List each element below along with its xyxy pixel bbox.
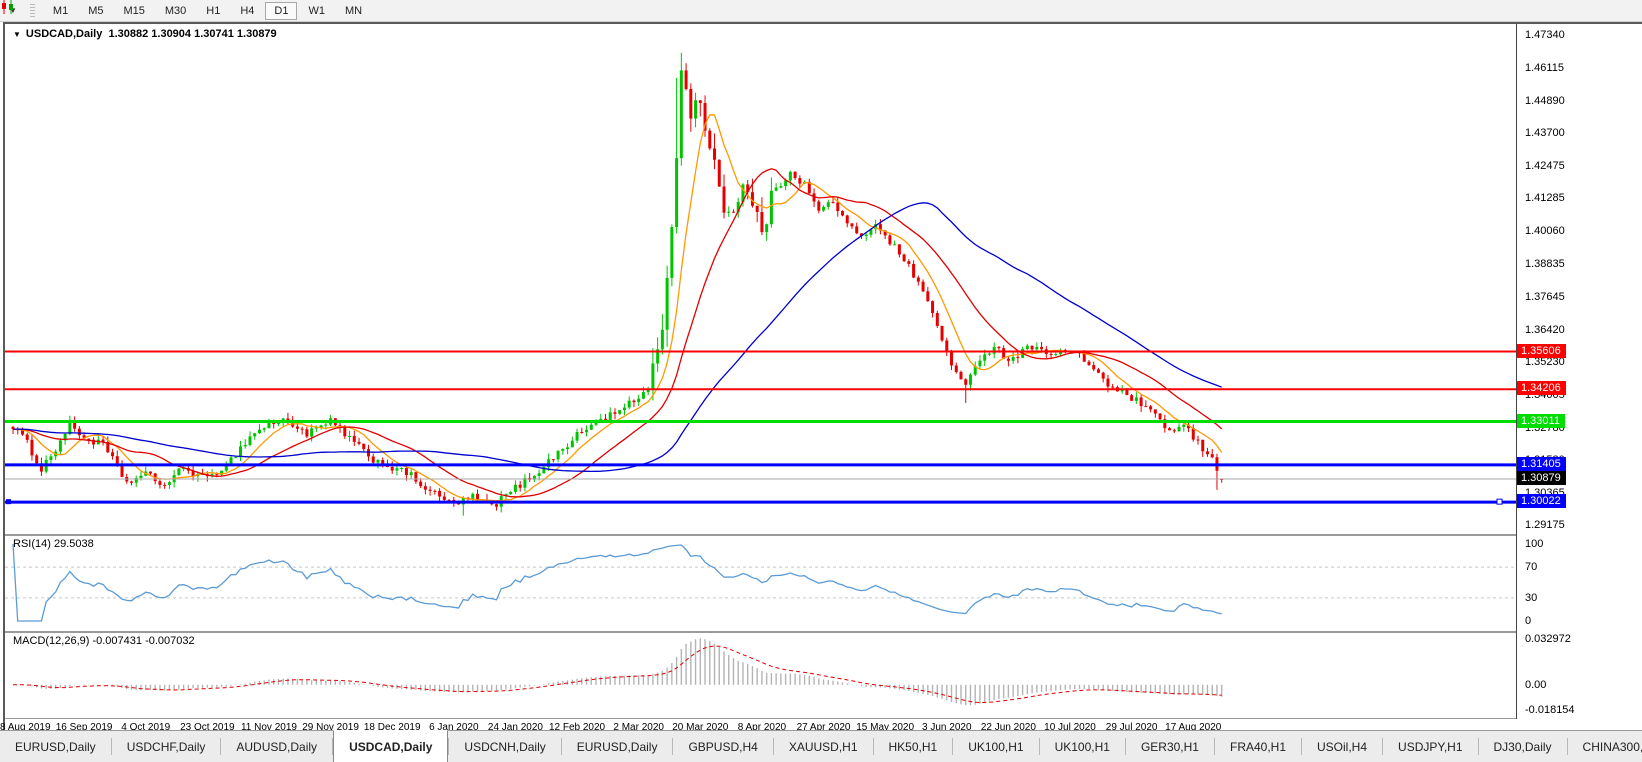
price-tick: 1.44890 bbox=[1525, 95, 1565, 108]
price-line-label: 1.31405 bbox=[1517, 456, 1566, 471]
timeframe-mn[interactable]: MN bbox=[336, 2, 371, 20]
tab-uk100-h1[interactable]: UK100,H1 bbox=[953, 731, 1038, 762]
macd-axis-tick: 0.00 bbox=[1525, 678, 1547, 691]
tab-usdcnh-daily[interactable]: USDCNH,Daily bbox=[449, 731, 560, 762]
price-axis[interactable]: 1.47340 1.46115 1.44890 1.43700 1.42475 1.412… bbox=[1516, 24, 1642, 719]
price-tick: 1.36420 bbox=[1525, 323, 1565, 336]
top-toolbar: ▼ M1 M5 M15 M30 H1 H4 D1 W1 MN bbox=[0, 0, 1642, 22]
price-tick: 1.29175 bbox=[1525, 519, 1565, 531]
price-tick: 1.37645 bbox=[1525, 290, 1565, 303]
chart-tabs: EURUSD,Daily USDCHF,Daily AUDUSD,Daily USDC… bbox=[0, 730, 1642, 762]
price-line-label: 1.35606 bbox=[1517, 343, 1566, 358]
price-tick: 1.43700 bbox=[1525, 127, 1565, 140]
toolbar-drag-handle[interactable] bbox=[29, 3, 35, 18]
macd-chart[interactable] bbox=[5, 633, 1516, 718]
tab-eurusd-daily[interactable]: EURUSD,Daily bbox=[562, 731, 673, 762]
chart-window: ▼ USDCAD,Daily 1.30882 1.30904 1.30741 1.… bbox=[0, 22, 1642, 737]
current-price-label: 1.30879 bbox=[1517, 471, 1566, 486]
price-line-label: 1.33011 bbox=[1517, 413, 1565, 428]
price-panel[interactable]: ▼ USDCAD,Daily 1.30882 1.30904 1.30741 1.… bbox=[5, 24, 1642, 536]
price-tick: 1.47340 bbox=[1525, 29, 1565, 41]
timeframe-h4[interactable]: H4 bbox=[231, 2, 263, 20]
rsi-chart[interactable] bbox=[5, 536, 1516, 631]
rsi-label: RSI(14) 29.5038 bbox=[13, 538, 94, 550]
tab-china300-h1[interactable]: CHINA300,H1 bbox=[1568, 731, 1642, 762]
timeframe-h1[interactable]: H1 bbox=[197, 2, 229, 20]
tab-hk50-h1[interactable]: HK50,H1 bbox=[874, 731, 953, 762]
timeframe-d1[interactable]: D1 bbox=[265, 1, 298, 20]
tab-usdchf-daily[interactable]: USDCHF,Daily bbox=[112, 731, 221, 762]
price-line-label: 1.30022 bbox=[1517, 494, 1566, 509]
rsi-axis-tick: 70 bbox=[1525, 561, 1538, 574]
macd-panel[interactable]: MACD(12,26,9) -0.007431 -0.007032 bbox=[5, 633, 1642, 719]
price-tick: 1.42475 bbox=[1525, 160, 1565, 173]
chevron-down-icon: ▼ bbox=[13, 30, 21, 39]
tab-usoil-h4[interactable]: USOil,H4 bbox=[1302, 731, 1382, 762]
tab-fra40-h1[interactable]: FRA40,H1 bbox=[1215, 731, 1301, 762]
tab-dj30-daily[interactable]: DJ30,Daily bbox=[1479, 731, 1567, 762]
tab-xauusd-h1[interactable]: XAUUSD,H1 bbox=[774, 731, 873, 762]
chart-title: ▼ USDCAD,Daily 1.30882 1.30904 1.30741 1.… bbox=[13, 28, 277, 40]
macd-label: MACD(12,26,9) -0.007431 -0.007032 bbox=[13, 635, 195, 647]
chart-candles-tool-icon[interactable]: ▼ bbox=[2, 0, 20, 16]
tab-gbpusd-h4[interactable]: GBPUSD,H4 bbox=[673, 731, 772, 762]
timeframe-m15[interactable]: M15 bbox=[114, 2, 153, 20]
timeframe-m5[interactable]: M5 bbox=[79, 2, 112, 20]
macd-axis-tick: -0.018154 bbox=[1525, 704, 1575, 716]
chart-tab-bar: EURUSD,Daily USDCHF,Daily AUDUSD,Daily USDC… bbox=[0, 730, 1642, 762]
tab-uk100-h1[interactable]: UK100,H1 bbox=[1040, 731, 1125, 762]
tab-eurusd-daily[interactable]: EURUSD,Daily bbox=[0, 731, 111, 762]
price-tick: 1.41285 bbox=[1525, 192, 1565, 205]
timeframe-buttons: M1 M5 M15 M30 H1 H4 D1 W1 MN bbox=[43, 1, 372, 20]
price-tick: 1.46115 bbox=[1525, 62, 1564, 75]
rsi-axis-tick: 30 bbox=[1525, 591, 1538, 604]
tab-audusd-daily[interactable]: AUDUSD,Daily bbox=[221, 731, 332, 762]
timeframe-m1[interactable]: M1 bbox=[44, 2, 77, 20]
price-tick: 1.40060 bbox=[1525, 225, 1565, 238]
chart-ohlc-label: 1.30882 1.30904 1.30741 1.30879 bbox=[108, 28, 277, 40]
timeframe-m30[interactable]: M30 bbox=[156, 2, 195, 20]
macd-axis-tick: 0.032972 bbox=[1525, 633, 1571, 645]
chart-symbol-label: USDCAD,Daily bbox=[25, 28, 103, 40]
price-tick: 1.38835 bbox=[1525, 258, 1565, 271]
price-line-label: 1.34206 bbox=[1517, 381, 1566, 396]
tab-ger30-h1[interactable]: GER30,H1 bbox=[1126, 731, 1214, 762]
timeframe-w1[interactable]: W1 bbox=[299, 2, 334, 20]
rsi-panel[interactable]: RSI(14) 29.5038 bbox=[5, 536, 1642, 633]
tab-usdcad-daily[interactable]: USDCAD,Daily bbox=[333, 730, 449, 762]
rsi-axis-tick: 0 bbox=[1525, 615, 1532, 627]
candlestick-chart[interactable] bbox=[5, 24, 1516, 532]
tab-usdjpy-h1[interactable]: USDJPY,H1 bbox=[1383, 731, 1477, 762]
rsi-axis-tick: 100 bbox=[1525, 538, 1544, 550]
